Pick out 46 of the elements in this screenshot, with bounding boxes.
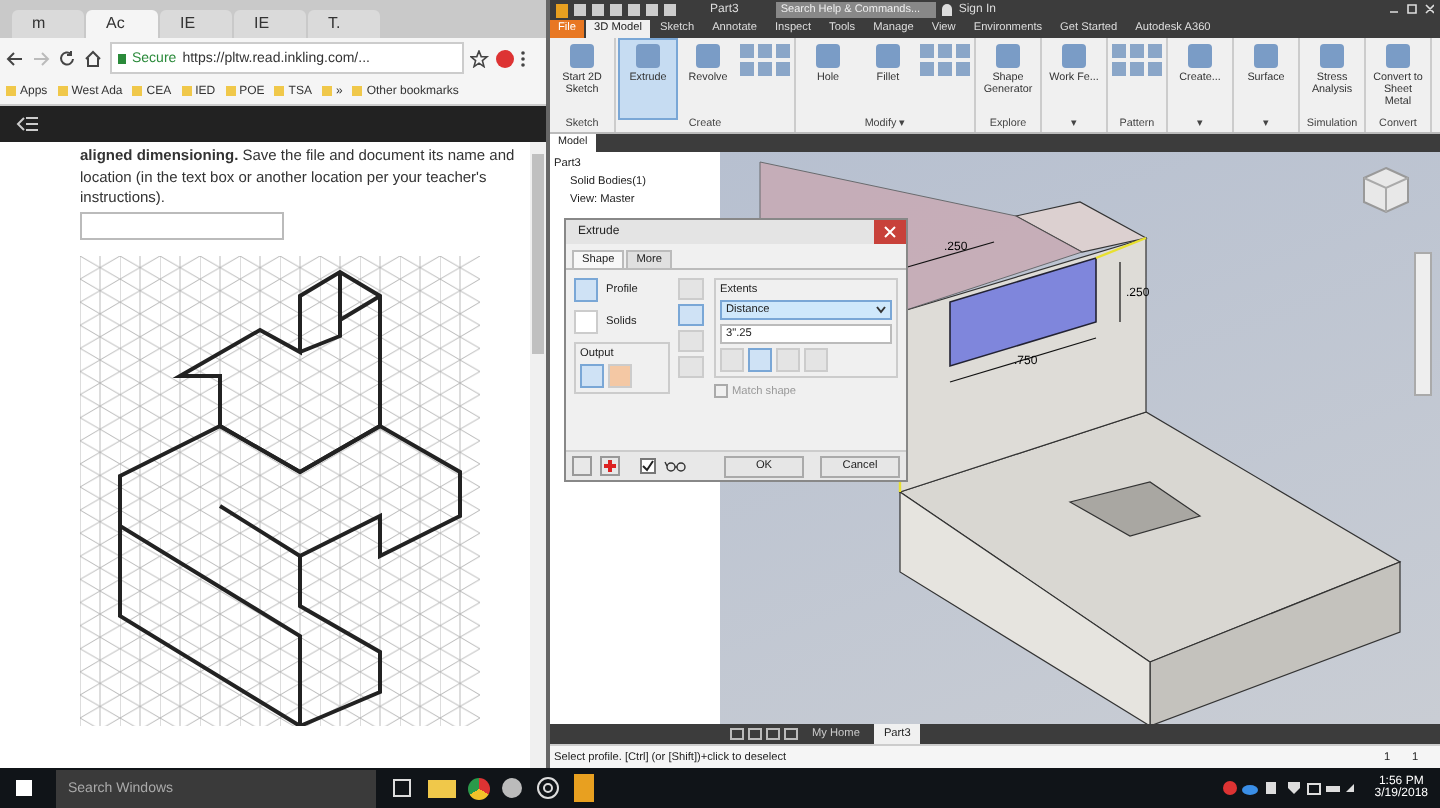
back-arrow-icon[interactable] <box>6 49 26 67</box>
direction-button[interactable] <box>804 348 828 372</box>
glasses-icon <box>664 460 688 472</box>
answer-box[interactable] <box>80 211 284 239</box>
windows-start-icon[interactable] <box>16 780 32 796</box>
dimension-line <box>1119 261 1121 323</box>
operation-button[interactable] <box>678 304 704 326</box>
output-option-button[interactable] <box>580 364 604 388</box>
scrollbar[interactable] <box>530 142 546 768</box>
home-icon[interactable] <box>84 49 104 67</box>
dimension-line <box>903 241 995 269</box>
task-view-icon[interactable] <box>388 774 416 802</box>
view-cube-icon[interactable] <box>1360 164 1412 216</box>
lock-icon <box>118 53 126 63</box>
direction-button[interactable] <box>776 348 800 372</box>
reload-icon[interactable] <box>58 49 78 67</box>
output-option-button[interactable] <box>608 364 632 388</box>
window-controls-icon[interactable] <box>1390 4 1434 16</box>
close-icon <box>884 226 896 238</box>
browser-tab[interactable]: IE <box>160 10 232 38</box>
solids-select-button[interactable] <box>574 310 598 334</box>
browser-tab[interactable]: Ac <box>86 10 158 38</box>
stop-sign-icon[interactable] <box>496 49 514 67</box>
direction-button[interactable] <box>720 348 744 372</box>
star-icon[interactable] <box>470 49 490 67</box>
browser-icon[interactable] <box>468 777 490 799</box>
operation-button[interactable] <box>678 278 704 300</box>
contents-menu-icon[interactable] <box>16 116 40 132</box>
preview-checkbox[interactable] <box>640 458 656 474</box>
plus-icon[interactable] <box>600 456 620 476</box>
close-button[interactable] <box>874 220 906 244</box>
user-icon[interactable] <box>942 4 953 16</box>
operation-button[interactable] <box>678 330 704 352</box>
direction-button[interactable] <box>748 348 772 372</box>
folder-icon[interactable] <box>428 779 456 797</box>
browser-tab[interactable]: T. <box>308 10 380 38</box>
navigation-bar[interactable] <box>1414 252 1432 396</box>
app-logo-icon[interactable] <box>556 3 568 17</box>
operation-button[interactable] <box>678 356 704 378</box>
caret-icon <box>876 306 886 314</box>
circle-app-icon[interactable] <box>534 774 562 802</box>
browser-tab[interactable]: m <box>12 10 84 38</box>
profile-select-button[interactable] <box>574 278 598 302</box>
browser-tab[interactable]: IE <box>234 10 306 38</box>
app-icon[interactable] <box>502 778 522 798</box>
inventor-app-icon[interactable] <box>574 774 594 802</box>
